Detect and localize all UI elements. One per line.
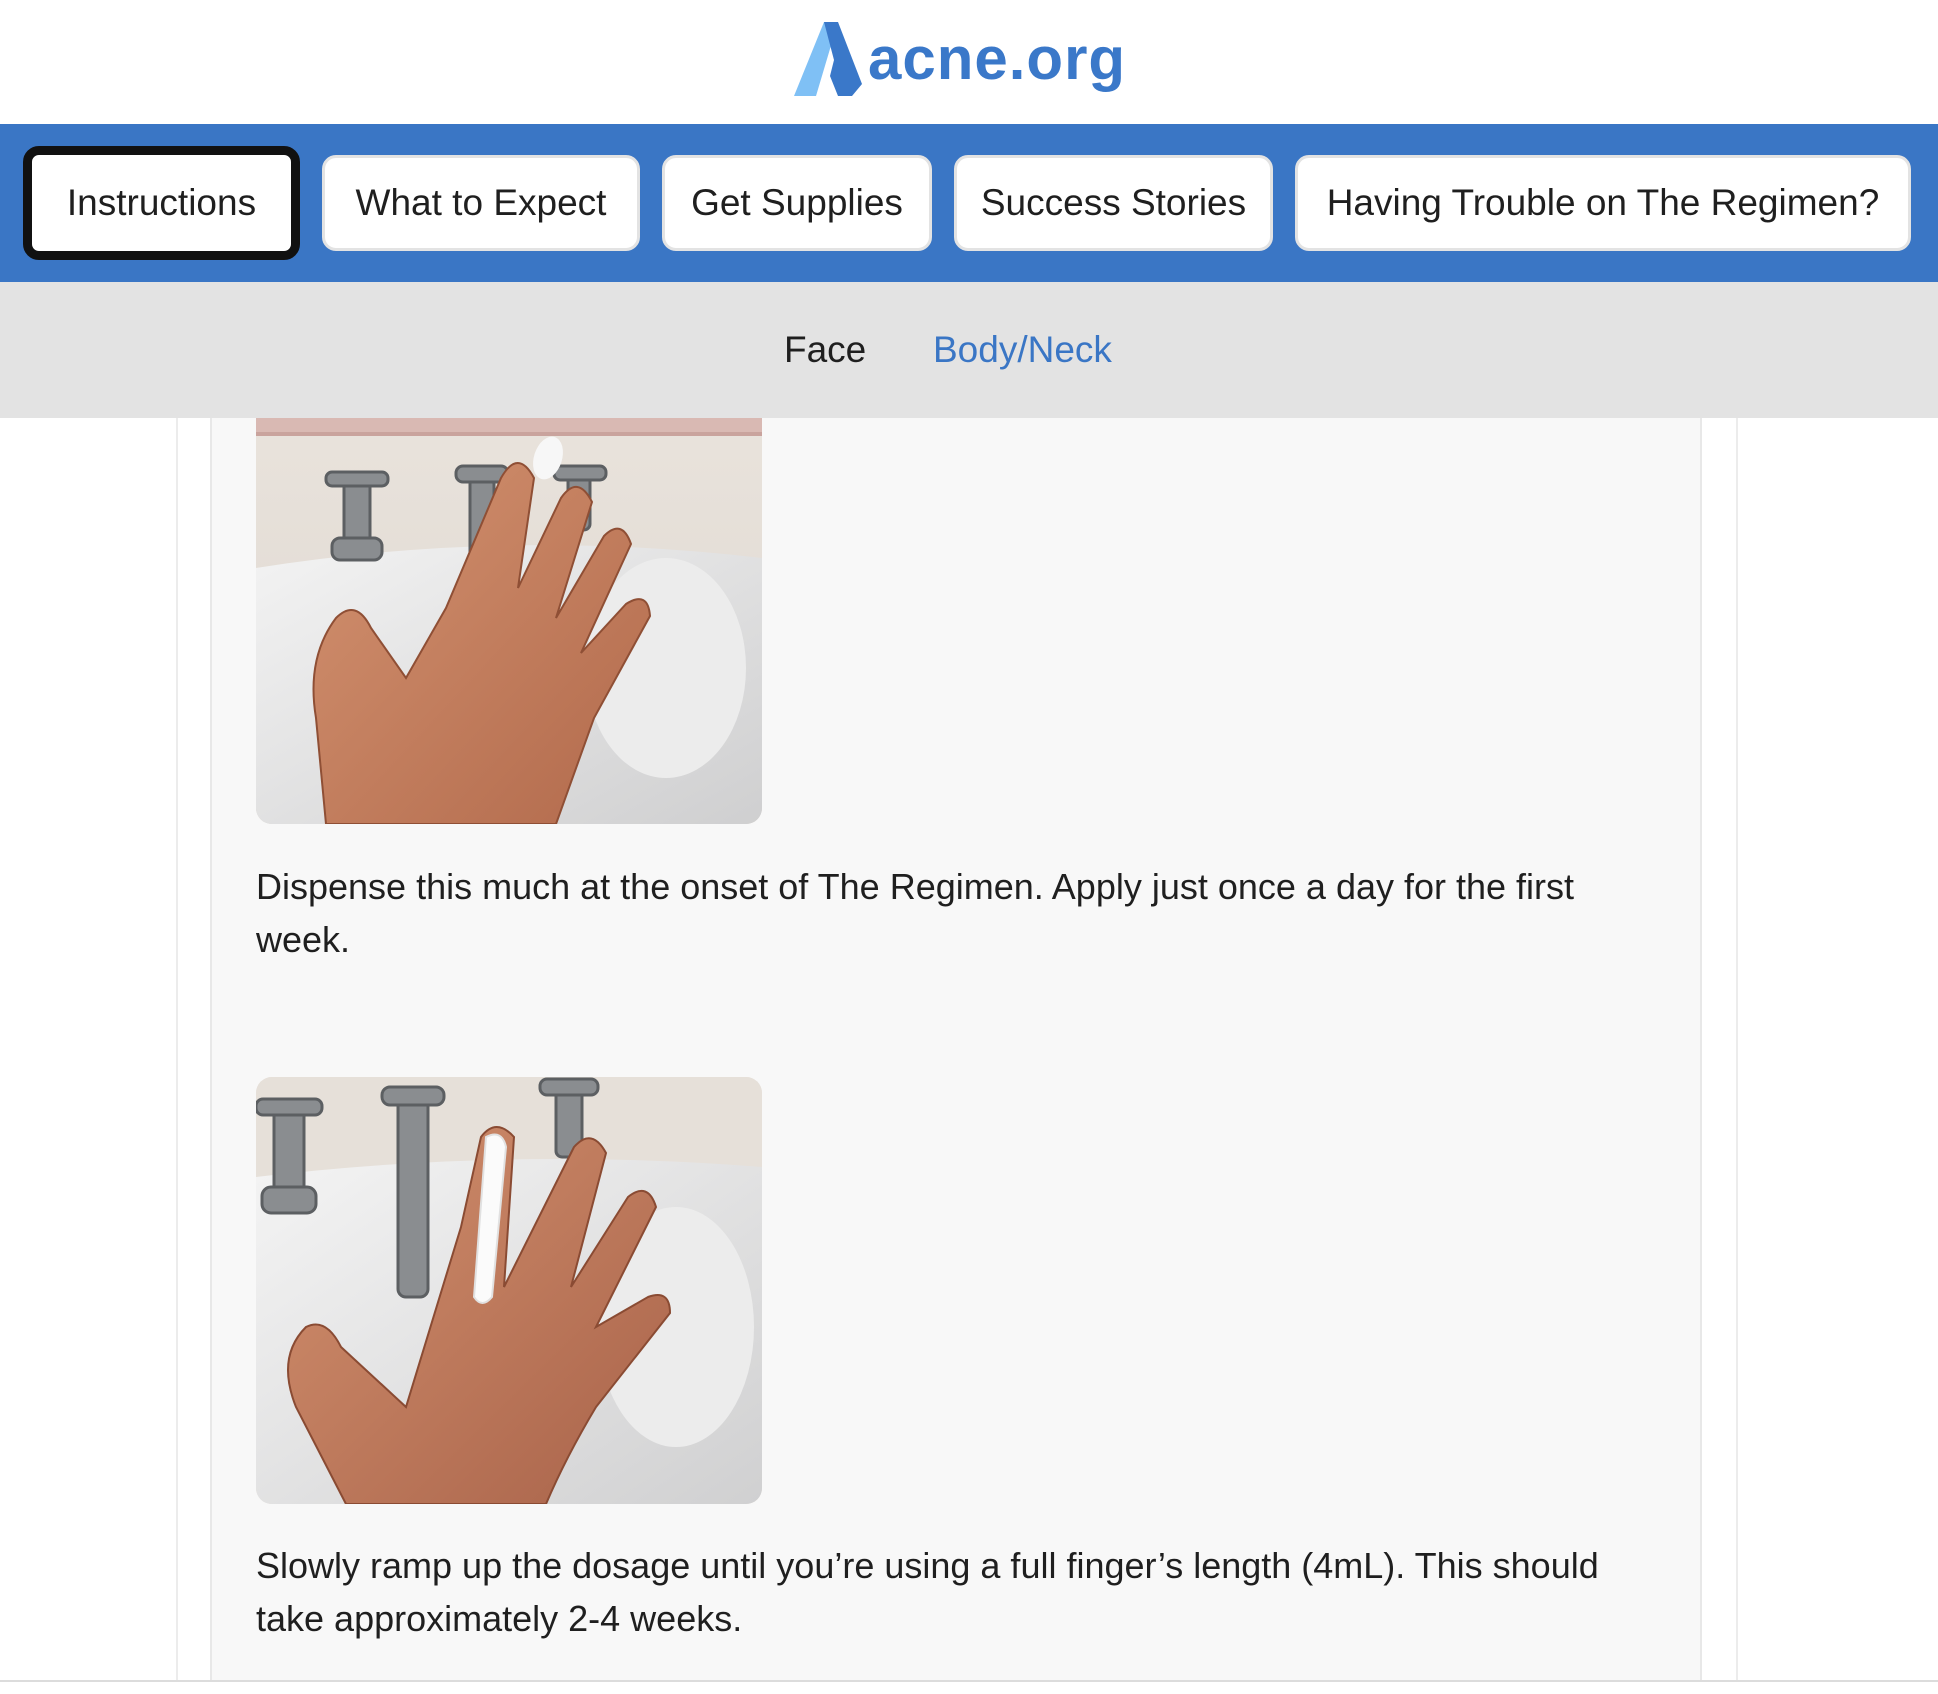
acne-org-logo-icon bbox=[794, 22, 862, 96]
step-2-photo bbox=[256, 1077, 762, 1504]
nav-tab-get-supplies[interactable]: Get Supplies bbox=[662, 155, 932, 251]
nav-tab-what-to-expect[interactable]: What to Expect bbox=[322, 155, 640, 251]
step-1-photo bbox=[256, 418, 762, 824]
bottom-divider bbox=[0, 1680, 1938, 1682]
nav-tab-success-stories[interactable]: Success Stories bbox=[954, 155, 1273, 251]
logo[interactable]: acne.org bbox=[790, 18, 1126, 100]
sub-nav: Face Body/Neck bbox=[0, 282, 1938, 418]
nav-tab-instructions[interactable]: Instructions bbox=[23, 146, 300, 260]
sub-nav-face[interactable]: Face bbox=[784, 326, 866, 374]
step-2-caption: Slowly ramp up the dosage until you’re u… bbox=[256, 1545, 1599, 1639]
hand-with-full-finger-icon bbox=[256, 1077, 762, 1504]
nav-tab-having-trouble[interactable]: Having Trouble on The Regimen? bbox=[1295, 155, 1911, 251]
site-header: acne.org bbox=[0, 0, 1938, 124]
hand-with-small-dot-icon bbox=[256, 418, 762, 824]
logo-text: acne.org bbox=[868, 25, 1127, 92]
step-1-caption: Dispense this much at the onset of The R… bbox=[256, 866, 1575, 960]
sub-nav-body-neck[interactable]: Body/Neck bbox=[933, 326, 1112, 374]
primary-nav: Instructions What to Expect Get Supplies… bbox=[0, 124, 1938, 282]
